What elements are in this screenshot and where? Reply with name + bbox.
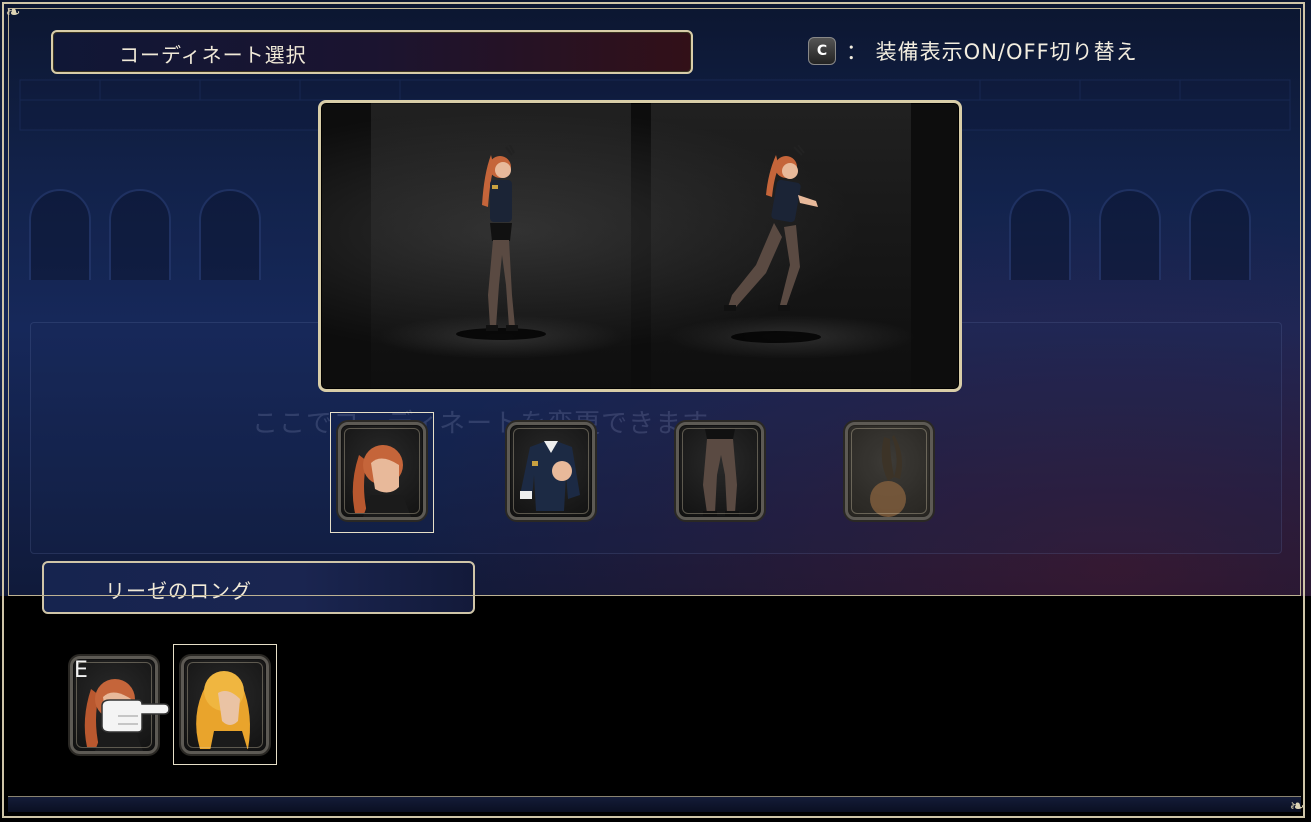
equipment-slot-hair[interactable] [338, 422, 426, 520]
blonde-long-hair-icon [196, 671, 250, 751]
c-key-icon[interactable]: C [808, 37, 836, 65]
equipment-slot-accessory[interactable] [845, 422, 933, 520]
character-preview [318, 100, 962, 392]
bottom-frame [8, 796, 1301, 812]
item-name-bar: リーゼのロング [42, 561, 475, 614]
standing-character-sprite [482, 145, 518, 331]
description-text: ここでコーディネートを変更できます [252, 409, 710, 439]
equipment-slot-legs[interactable] [676, 422, 764, 520]
coordinate-panel: ここでコーディネートを変更できます コーディネート選択 C ： 装備表示ON/O… [0, 0, 1311, 596]
hair-icon [352, 445, 411, 517]
pointing-hand-cursor-icon [101, 699, 170, 733]
corner-ornament-icon: ❧ [1289, 796, 1305, 817]
toggle-equipment-hint: C ： 装備表示ON/OFF切り替え [808, 36, 1138, 66]
bunny-ears-icon [848, 425, 930, 517]
corner-ornament-icon: ❧ [5, 2, 21, 23]
jacket-icon [520, 441, 580, 511]
title-bar: コーディネート選択 [51, 30, 693, 74]
stockings-icon [703, 429, 739, 516]
equipment-slot-outfit[interactable] [507, 422, 595, 520]
hair-option-blonde-long[interactable] [181, 656, 269, 754]
page-title: コーディネート選択 [119, 43, 307, 67]
running-character-sprite [724, 145, 818, 311]
selected-item-name: リーゼのロング [105, 579, 252, 603]
equipped-badge: E [74, 658, 88, 683]
hint-text: ： 装備表示ON/OFF切り替え [846, 40, 1138, 64]
